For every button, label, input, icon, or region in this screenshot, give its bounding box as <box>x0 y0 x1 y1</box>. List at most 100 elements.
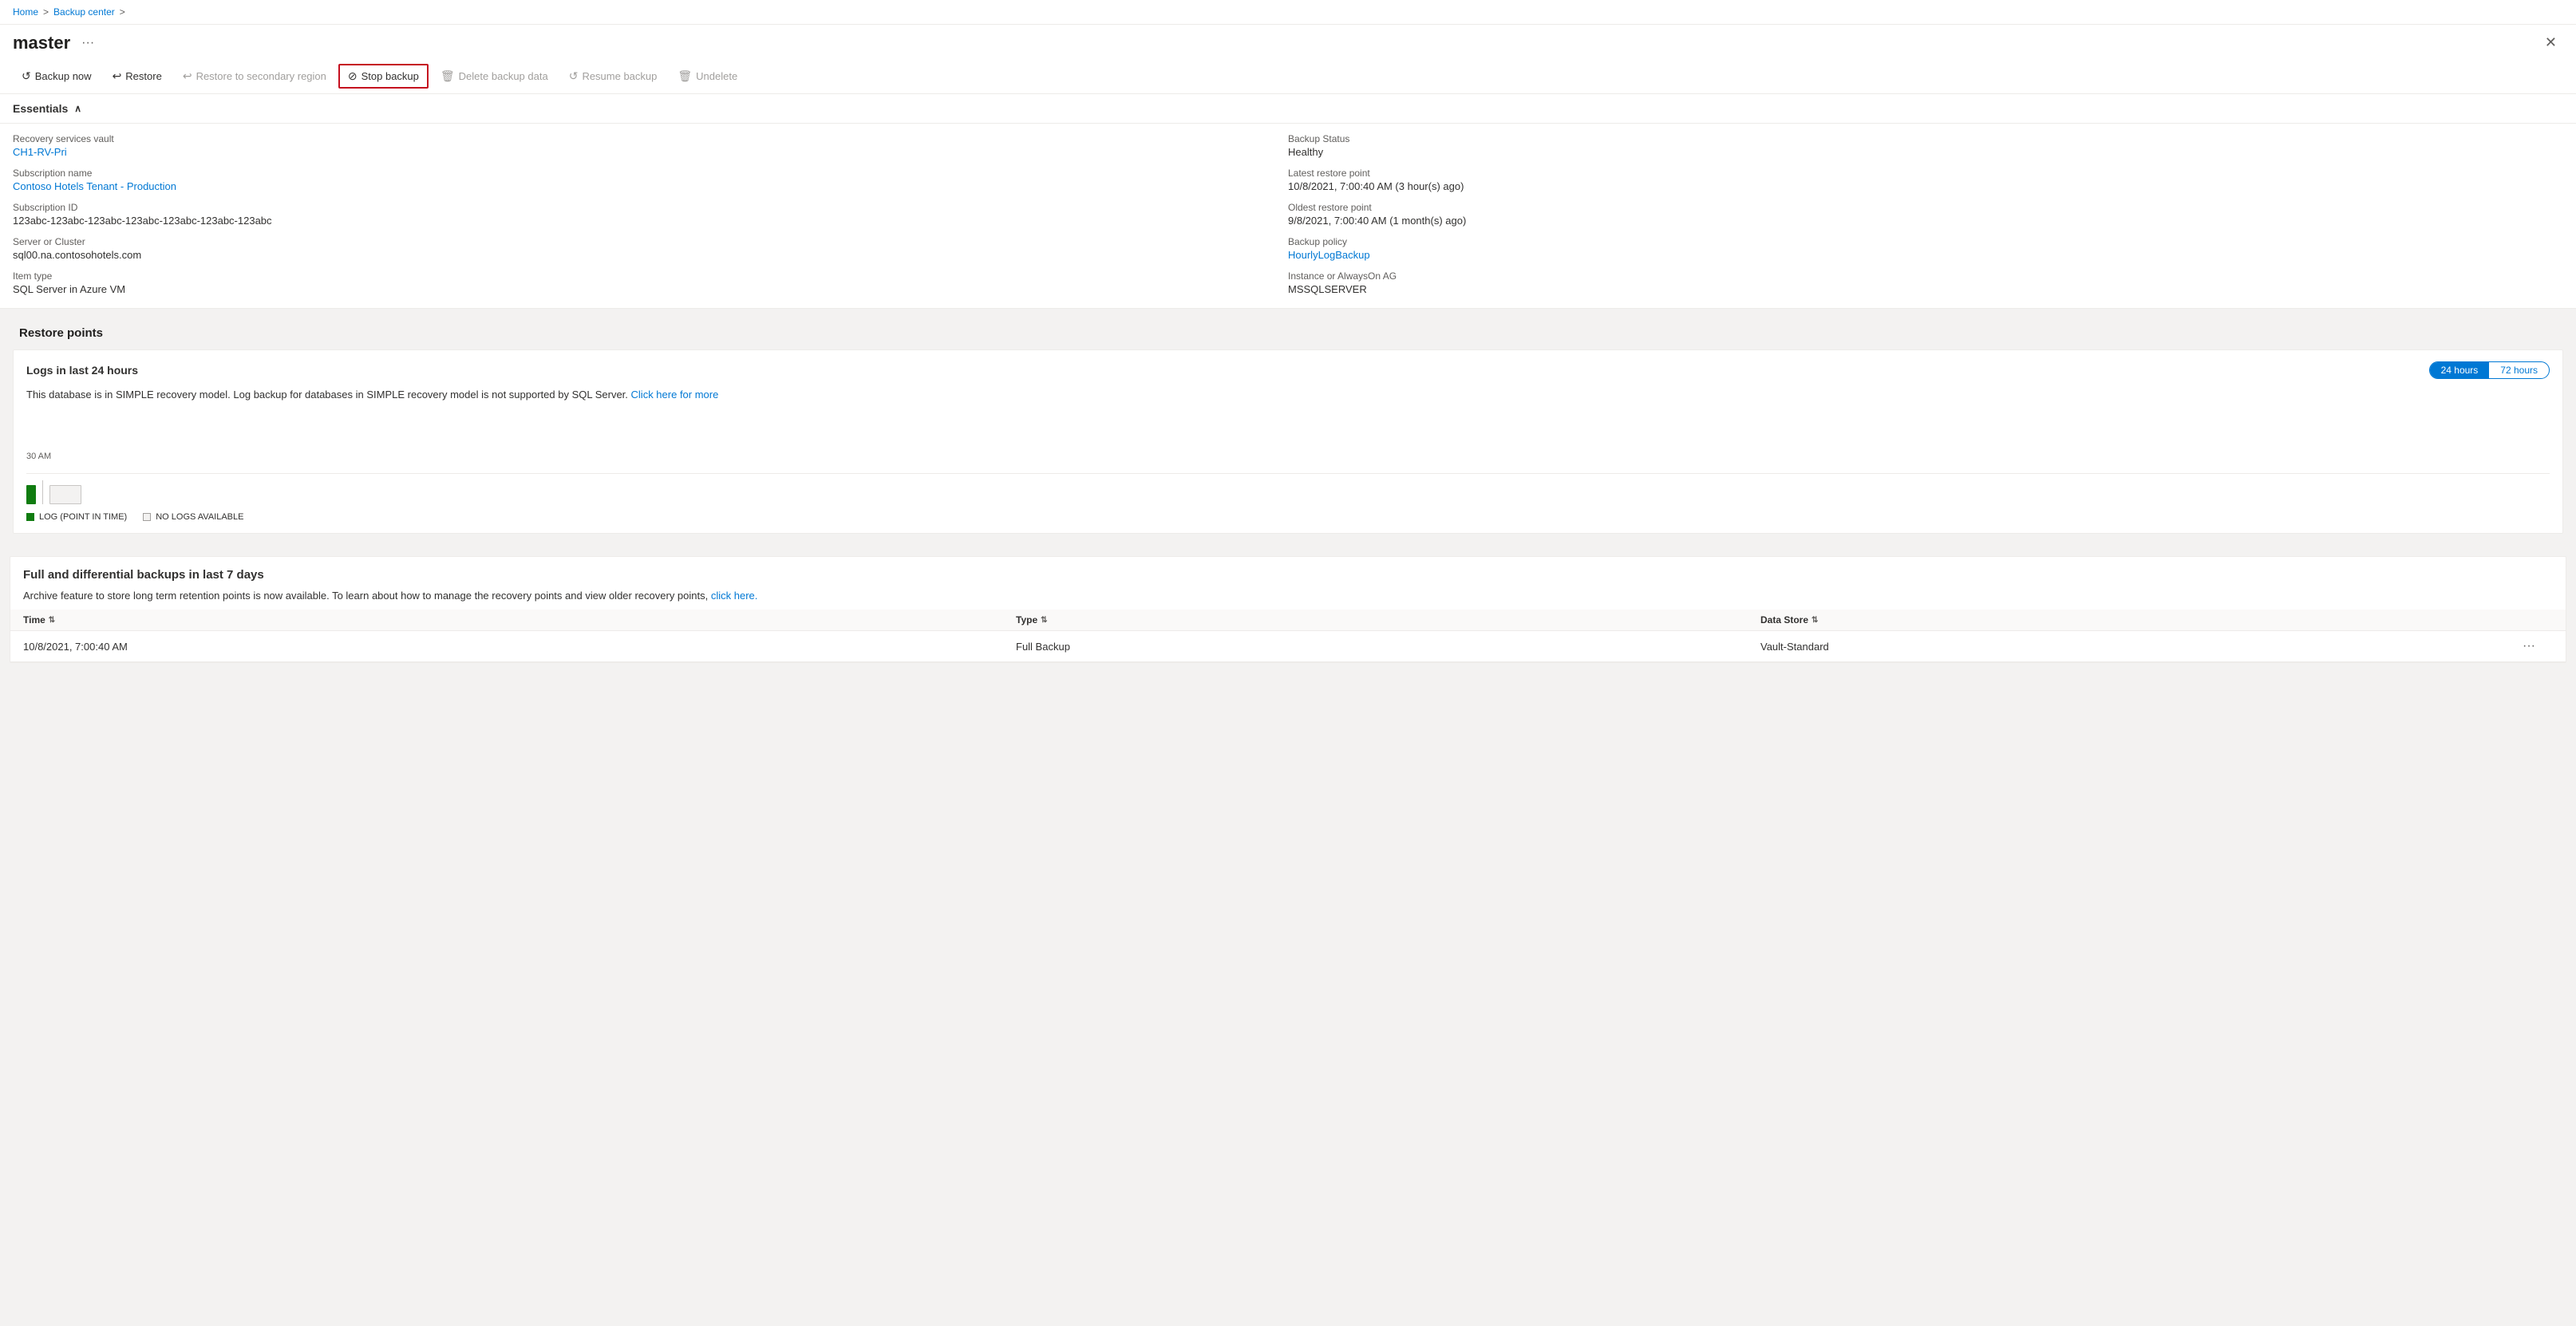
page-title-row: master ··· <box>13 33 99 53</box>
page-title: master <box>13 33 70 53</box>
sort-icon-type[interactable]: ⇅ <box>1041 616 1047 625</box>
sort-icon-time[interactable]: ⇅ <box>49 616 55 625</box>
log-bar-green <box>26 485 36 504</box>
breadcrumb-home[interactable]: Home <box>13 6 38 18</box>
field-label-item-type: Item type <box>13 270 1288 282</box>
field-value-instance: MSSQLSERVER <box>1288 283 2563 295</box>
table-header-type: Type ⇅ <box>1016 614 1760 626</box>
field-value-subscription-name[interactable]: Contoso Hotels Tenant - Production <box>13 180 1288 192</box>
breadcrumb-backup-center[interactable]: Backup center <box>53 6 115 18</box>
field-backup-policy: Backup policy HourlyLogBackup <box>1288 236 2563 261</box>
breadcrumb-sep1: > <box>43 6 49 18</box>
breadcrumb-sep2: > <box>120 6 125 18</box>
log-bar-green-group <box>26 485 36 504</box>
logs-message-text: This database is in SIMPLE recovery mode… <box>26 389 628 401</box>
field-latest-restore: Latest restore point 10/8/2021, 7:00:40 … <box>1288 168 2563 192</box>
restore-points-section: Restore points Logs in last 24 hours 24 … <box>0 309 2576 547</box>
resume-backup-button[interactable]: ↺ Resume backup <box>560 65 666 88</box>
log-bar-gray <box>49 485 81 504</box>
toggle-24h-button[interactable]: 24 hours <box>2430 362 2490 378</box>
toggle-72h-button[interactable]: 72 hours <box>2489 362 2549 378</box>
field-value-backup-status: Healthy <box>1288 146 2563 158</box>
stop-backup-icon: ⊘ <box>348 69 358 83</box>
field-value-oldest-restore: 9/8/2021, 7:00:40 AM (1 month(s) ago) <box>1288 215 2563 227</box>
logs-card-title: Logs in last 24 hours <box>26 364 138 377</box>
table-cell-time: 10/8/2021, 7:00:40 AM <box>23 637 1016 655</box>
logs-chart-area: 30 AM <box>14 410 2562 474</box>
more-options-button[interactable]: ··· <box>77 34 99 52</box>
field-recovery-vault: Recovery services vault CH1-RV-Pri <box>13 133 1288 158</box>
field-instance: Instance or AlwaysOn AG MSSQLSERVER <box>1288 270 2563 295</box>
restore-points-header: Restore points <box>6 315 2570 343</box>
undelete-icon: 🗑 <box>678 69 692 83</box>
full-backups-header: Full and differential backups in last 7 … <box>10 557 2566 586</box>
restore-button[interactable]: ↩ Restore <box>104 65 171 88</box>
backup-now-button[interactable]: ↺ Backup now <box>13 65 101 88</box>
logs-card-header: Logs in last 24 hours 24 hours 72 hours <box>14 350 2562 385</box>
field-value-backup-policy[interactable]: HourlyLogBackup <box>1288 249 2563 261</box>
restore-secondary-icon: ↩ <box>183 69 192 83</box>
field-value-server-cluster: sql00.na.contosohotels.com <box>13 249 1288 261</box>
close-button[interactable]: ✕ <box>2538 31 2563 54</box>
legend-label-log: LOG (POINT IN TIME) <box>39 512 127 522</box>
table-header-time: Time ⇅ <box>23 614 1016 626</box>
essentials-chevron[interactable]: ∧ <box>74 103 81 114</box>
sort-icon-datastore[interactable]: ⇅ <box>1811 616 1818 625</box>
stop-backup-button[interactable]: ⊘ Stop backup <box>338 64 429 89</box>
field-value-subscription-id: 123abc-123abc-123abc-123abc-123abc-123ab… <box>13 215 1288 227</box>
field-label-subscription-name: Subscription name <box>13 168 1288 179</box>
table-row: 10/8/2021, 7:00:40 AM Full Backup Vault-… <box>10 631 2566 662</box>
logs-legend: LOG (POINT IN TIME) NO LOGS AVAILABLE <box>14 507 2562 533</box>
restore-secondary-button[interactable]: ↩ Restore to secondary region <box>174 65 335 88</box>
restore-icon: ↩ <box>113 69 122 83</box>
field-item-type: Item type SQL Server in Azure VM <box>13 270 1288 295</box>
field-label-instance: Instance or AlwaysOn AG <box>1288 270 2563 282</box>
resume-backup-icon: ↺ <box>569 69 579 83</box>
logs-message: This database is in SIMPLE recovery mode… <box>14 385 2562 410</box>
table-header-actions <box>2505 614 2553 626</box>
table-header: Time ⇅ Type ⇅ Data Store ⇅ <box>10 610 2566 631</box>
essentials-right: Backup Status Healthy Latest restore poi… <box>1288 133 2563 295</box>
full-backups-message: Archive feature to store long term reten… <box>10 586 2566 610</box>
toolbar: ↺ Backup now ↩ Restore ↩ Restore to seco… <box>0 59 2576 94</box>
table-cell-datastore: Vault-Standard <box>1760 637 2505 655</box>
table-cell-more: ··· <box>2505 637 2553 655</box>
backup-now-icon: ↺ <box>22 69 31 83</box>
legend-item-log: LOG (POINT IN TIME) <box>26 512 127 522</box>
restore-points-label: Restore points <box>19 326 103 340</box>
legend-dot-gray <box>143 513 151 521</box>
log-timeline-separator <box>42 480 43 504</box>
field-label-latest-restore: Latest restore point <box>1288 168 2563 179</box>
full-backups-message-text: Archive feature to store long term reten… <box>23 590 708 602</box>
field-label-recovery-vault: Recovery services vault <box>13 133 1288 144</box>
field-subscription-name: Subscription name Contoso Hotels Tenant … <box>13 168 1288 192</box>
log-bar-gray-group <box>49 485 81 504</box>
field-label-backup-status: Backup Status <box>1288 133 2563 144</box>
field-label-server-cluster: Server or Cluster <box>13 236 1288 247</box>
time-toggle: 24 hours 72 hours <box>2429 361 2550 379</box>
legend-dot-green <box>26 513 34 521</box>
undelete-button[interactable]: 🗑 Undelete <box>669 65 746 88</box>
field-label-backup-policy: Backup policy <box>1288 236 2563 247</box>
field-oldest-restore: Oldest restore point 9/8/2021, 7:00:40 A… <box>1288 202 2563 227</box>
field-value-recovery-vault[interactable]: CH1-RV-Pri <box>13 146 1288 158</box>
logs-click-here-link[interactable]: Click here for more <box>631 389 719 401</box>
field-server-cluster: Server or Cluster sql00.na.contosohotels… <box>13 236 1288 261</box>
essentials-grid: Recovery services vault CH1-RV-Pri Subsc… <box>0 124 2576 309</box>
field-value-latest-restore: 10/8/2021, 7:00:40 AM (3 hour(s) ago) <box>1288 180 2563 192</box>
field-label-oldest-restore: Oldest restore point <box>1288 202 2563 213</box>
full-backups-click-here-link[interactable]: click here. <box>711 590 758 602</box>
full-backups-section: Full and differential backups in last 7 … <box>10 556 2566 663</box>
chart-axis-label: 30 AM <box>26 452 51 461</box>
field-label-subscription-id: Subscription ID <box>13 202 1288 213</box>
table-cell-type: Full Backup <box>1016 637 1760 655</box>
backups-table: Time ⇅ Type ⇅ Data Store ⇅ 10/8/2021, 7:… <box>10 610 2566 662</box>
row-more-button[interactable]: ··· <box>2518 637 2540 655</box>
logs-timeline <box>14 474 2562 507</box>
page-header: master ··· ✕ <box>0 25 2576 59</box>
field-subscription-id: Subscription ID 123abc-123abc-123abc-123… <box>13 202 1288 227</box>
legend-item-nologs: NO LOGS AVAILABLE <box>143 512 243 522</box>
logs-card: Logs in last 24 hours 24 hours 72 hours … <box>13 349 2563 534</box>
delete-backup-data-button[interactable]: 🗑 Delete backup data <box>432 65 557 88</box>
full-backups-title: Full and differential backups in last 7 … <box>23 568 264 582</box>
